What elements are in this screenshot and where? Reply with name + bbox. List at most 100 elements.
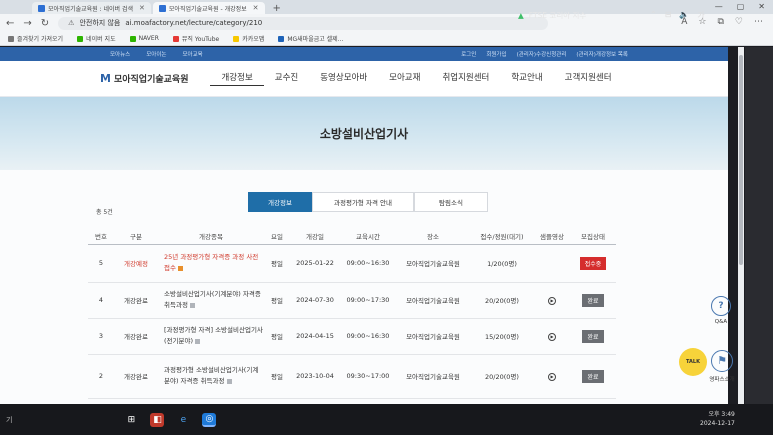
kakao-talk-button[interactable]: TALK <box>679 348 707 376</box>
maximize-button[interactable]: ▢ <box>737 2 745 11</box>
result-count: 총 5건 <box>96 209 113 216</box>
cell-quota: 20/20(0명) <box>470 354 534 399</box>
cell-type: 개강완료 <box>114 318 158 355</box>
table-row[interactable]: 4 개강완료 소방설비산업기사(기계분야) 자격증 취득과정 평일 2024-0… <box>88 282 616 319</box>
col-header: 접수/정원(대기) <box>470 228 534 245</box>
cell-status: 완료 <box>570 282 616 319</box>
volume-icon[interactable]: 🔈 <box>679 10 689 21</box>
util-link[interactable]: 모아교육 <box>183 50 203 58</box>
bookmark-item[interactable]: 뮤직 YouTube <box>172 34 219 43</box>
tab-news[interactable]: 탐림소식 <box>414 192 488 212</box>
admin-enroll-link[interactable]: (관리자)수강신청관리 <box>517 50 567 58</box>
cell-time: 09:00~16:30 <box>340 244 396 283</box>
forward-button[interactable]: → <box>23 18 31 29</box>
course-title-cell[interactable]: [과정평가형 자격] 소방설비산업기사(전기분야) <box>158 318 264 355</box>
split-screen-icon[interactable]: ⧉ <box>717 17 723 27</box>
bookmark-item[interactable]: NAVER <box>129 35 159 42</box>
cell-status: 완료 <box>570 354 616 399</box>
naver-favicon-icon <box>38 4 45 12</box>
close-tab-icon[interactable]: ✕ <box>253 4 259 12</box>
menu-school-info[interactable]: 학교안내 <box>500 71 553 86</box>
cell-date: 2025-01-22 <box>290 244 340 283</box>
tab-qualification-guide[interactable]: 과정평가형 자격 안내 <box>312 192 414 212</box>
menu-faculty[interactable]: 교수진 <box>264 71 309 86</box>
signup-link[interactable]: 회원가입 <box>486 50 506 58</box>
menu-textbooks[interactable]: 모아교재 <box>378 71 431 86</box>
bookmark-item[interactable]: 카카오맵 <box>233 34 264 43</box>
scrollbar-thumb[interactable] <box>739 55 743 265</box>
cell-quota: 20/20(0명) <box>470 282 534 319</box>
minimize-button[interactable]: — <box>715 2 723 11</box>
util-link[interactable]: 모아뉴스 <box>110 50 130 58</box>
play-video-icon[interactable]: ▶ <box>548 332 556 341</box>
page-scrollbar[interactable] <box>738 47 744 404</box>
table-row[interactable]: 3 개강완료 [과정평가형 자격] 소방설비산업기사(전기분야) 평일 2024… <box>88 318 616 355</box>
network-icon[interactable]: ⊟ <box>665 10 672 21</box>
tray-chevron-icon[interactable]: ⌃ <box>650 10 657 21</box>
browser-tab-2[interactable]: 모아직업기술교육원 - 개강정보 ✕ <box>152 2 265 14</box>
course-title-link[interactable]: [과정평가형 자격] 소방설비산업기사(전기분야) <box>164 326 263 345</box>
ie-browser-icon[interactable]: e <box>176 413 190 427</box>
col-header: 개강일 <box>290 228 340 245</box>
login-link[interactable]: 로그인 <box>461 50 476 58</box>
course-title-cell[interactable]: 소방설비산업기사(기계분야) 자격증 취득과정 <box>158 282 264 319</box>
status-badge-open[interactable]: 접수중 <box>579 256 607 270</box>
close-tab-icon[interactable]: ✕ <box>139 4 145 12</box>
cell-day: 평일 <box>264 244 290 283</box>
bookmark-label: 네이버 지도 <box>86 36 116 43</box>
status-badge-done: 완료 <box>582 293 604 307</box>
close-window-button[interactable]: ✕ <box>758 2 765 11</box>
bookmark-item[interactable]: 네이버 지도 <box>77 34 116 43</box>
site-logo[interactable]: M 모아직업기술교육원 <box>100 72 188 85</box>
task-view-icon[interactable]: ⊞ <box>124 413 138 427</box>
more-menu-icon[interactable]: ⋯ <box>754 17 763 27</box>
edge-browser-icon[interactable]: ◎ <box>202 412 217 427</box>
ime-icon[interactable]: 가 <box>697 10 704 21</box>
cell-video <box>534 244 570 283</box>
bookmark-item[interactable]: 즐겨찾기 가져오기 <box>8 34 63 43</box>
course-title-link[interactable]: 과정평가형 소방설비산업기사(기계분야) 자격증 취득과정 <box>164 366 258 385</box>
play-video-icon[interactable]: ▶ <box>548 296 556 305</box>
back-button[interactable]: ← <box>6 18 14 29</box>
col-header: 번호 <box>88 228 114 245</box>
bookmark-item[interactable]: MG새마을금고 셀제... <box>278 34 343 43</box>
app-icon[interactable]: ◧ <box>150 412 165 427</box>
news-ticker[interactable]: ▲ FTSE 코리아 지수 <box>518 10 586 21</box>
cell-video: ▶ <box>534 282 570 319</box>
cell-place: 모아직업기술교육원 <box>396 354 470 399</box>
favorites-icon[interactable]: ♡ <box>735 17 743 27</box>
cell-place: 모아직업기술교육원 <box>396 244 470 283</box>
doc-icon <box>189 302 195 308</box>
menu-course-info[interactable]: 개강정보 <box>210 71 264 86</box>
menu-career-center[interactable]: 취업지원센터 <box>431 71 500 86</box>
col-header: 교육시간 <box>340 228 396 245</box>
course-title-cell[interactable]: 과정평가형 소방설비산업기사(기계분야) 자격증 취득과정 <box>158 354 264 399</box>
menu-customer-center[interactable]: 고객지원센터 <box>554 71 623 86</box>
play-video-icon[interactable]: ▶ <box>548 372 556 381</box>
table-row[interactable]: 2 개강완료 과정평가형 소방설비산업기사(기계분야) 자격증 취득과정 평일 … <box>88 354 616 399</box>
admin-course-link[interactable]: (관리자)개강정보 목록 <box>576 50 628 58</box>
table-row[interactable]: 5 개강예정 25년 과정평가형 자격증 과정 사전접수 평일 2025-01-… <box>88 244 616 283</box>
course-title-cell[interactable]: 25년 과정평가형 자격증 과정 사전접수 <box>158 244 264 283</box>
bookmark-icon <box>129 35 136 42</box>
cell-day: 평일 <box>264 318 290 355</box>
guide-float-button[interactable]: ⚑ 영파스소개 <box>708 350 736 383</box>
course-title-link[interactable]: 소방설비산업기사(기계분야) 자격증 취득과정 <box>164 290 261 309</box>
browser-tab-1[interactable]: 모아직업기술교육원 : 네이버 검색 ✕ <box>32 2 151 14</box>
cell-no: 3 <box>88 318 114 355</box>
bookmark-icon <box>233 35 240 42</box>
taskbar-clock[interactable]: 오후 3:49 2024-12-17 <box>700 410 735 428</box>
table-header-row: 번호 구분 개강종목 요일 개강일 교육시간 장소 접수/정원(대기) 샘플영상… <box>88 228 616 245</box>
new-tab-button[interactable]: + <box>267 3 287 14</box>
url-text: ai.moafactory.net/lecture/category/210 <box>125 19 263 27</box>
reload-button[interactable]: ↻ <box>41 18 49 29</box>
bookmark-icon <box>77 35 84 42</box>
url-input[interactable]: ⚠ 안전하지 않음 ai.moafactory.net/lecture/cate… <box>58 16 549 30</box>
menu-videos[interactable]: 동영상모아바 <box>309 71 378 86</box>
util-link[interactable]: 모아이논 <box>146 50 166 58</box>
taskbar-search[interactable]: 기 <box>6 415 12 425</box>
tab-course-info[interactable]: 개강정보 <box>248 192 312 212</box>
cell-status: 접수중 <box>570 244 616 283</box>
qa-label: Q&A <box>714 319 728 325</box>
qa-float-button[interactable]: ? Q&A <box>708 296 734 325</box>
